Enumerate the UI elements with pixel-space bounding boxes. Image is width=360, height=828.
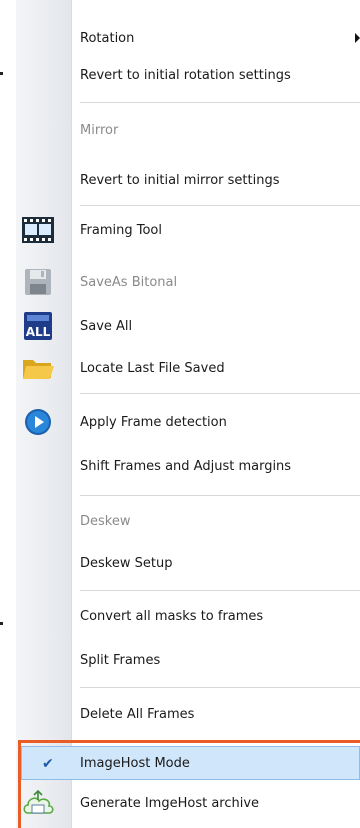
menu-separator: [80, 495, 360, 496]
menu-item-delete-all-frames[interactable]: Delete All Frames: [16, 696, 360, 732]
menu-item-revert-rotation[interactable]: Revert to initial rotation settings: [16, 57, 360, 93]
save-all-icon: ALL: [20, 309, 56, 343]
menu-item-imagehost-mode[interactable]: ImageHost Mode: [16, 745, 360, 781]
menu-separator: [80, 102, 360, 103]
menu-item-shift-frames[interactable]: Shift Frames and Adjust margins: [16, 448, 360, 484]
menu-item-mirror[interactable]: Mirror: [16, 112, 360, 148]
menu-item-label: Mirror: [80, 122, 119, 138]
menu-item-label: Shift Frames and Adjust margins: [80, 458, 292, 474]
menu-separator: [80, 205, 360, 206]
menu-item-label: Delete All Frames: [80, 706, 195, 722]
save-disk-icon: [20, 265, 56, 299]
menu-separator: [80, 590, 360, 591]
menu-item-generate-archive[interactable]: Generate ImgeHost archive: [16, 785, 360, 821]
cloud-upload-icon: [20, 786, 56, 820]
play-circle-icon: [20, 405, 56, 439]
menu-separator: [80, 687, 360, 688]
menu-item-rotation[interactable]: Rotation: [16, 20, 360, 56]
menu-item-revert-mirror[interactable]: Revert to initial mirror settings: [16, 162, 360, 198]
background-mark: [0, 72, 3, 75]
menu-item-label: ImageHost Mode: [80, 755, 190, 771]
menu-item-label: Framing Tool: [80, 222, 162, 238]
menu-item-label: SaveAs Bitonal: [80, 274, 178, 290]
framing-tool-icon: [20, 213, 56, 247]
menu-item-save-all[interactable]: ALL Save All: [16, 308, 360, 344]
menu-item-label: Save All: [80, 318, 133, 334]
menu-item-label: Rotation: [80, 30, 135, 46]
menu-item-label: Locate Last File Saved: [80, 360, 225, 376]
submenu-arrow-icon: [355, 33, 360, 43]
background-mark: [0, 622, 3, 625]
menu-item-label: Apply Frame detection: [80, 414, 227, 430]
menu-item-apply-frame-detection[interactable]: Apply Frame detection: [16, 404, 360, 440]
menu-item-label: Revert to initial mirror settings: [80, 172, 280, 188]
menu-item-split-frames[interactable]: Split Frames: [16, 642, 360, 678]
menu-item-saveas-bitonal[interactable]: SaveAs Bitonal: [16, 264, 360, 300]
menu-item-label: Deskew: [80, 513, 131, 529]
menu-item-label: Generate ImgeHost archive: [80, 795, 260, 811]
menu-item-label: Convert all masks to frames: [80, 608, 264, 624]
menu-item-deskew-setup[interactable]: Deskew Setup: [16, 545, 360, 581]
menu-item-framing-tool[interactable]: Framing Tool: [16, 212, 360, 248]
menu-item-label: Revert to initial rotation settings: [80, 67, 291, 83]
folder-icon: [20, 351, 56, 385]
context-menu: Rotation Revert to initial rotation sett…: [16, 0, 360, 828]
menu-item-locate-last-file[interactable]: Locate Last File Saved: [16, 350, 360, 386]
menu-item-label: Split Frames: [80, 652, 161, 668]
menu-item-deskew[interactable]: Deskew: [16, 503, 360, 539]
menu-item-convert-masks[interactable]: Convert all masks to frames: [16, 598, 360, 634]
menu-separator: [80, 393, 360, 394]
menu-item-label: Deskew Setup: [80, 555, 173, 571]
svg-text:ALL: ALL: [26, 325, 51, 339]
